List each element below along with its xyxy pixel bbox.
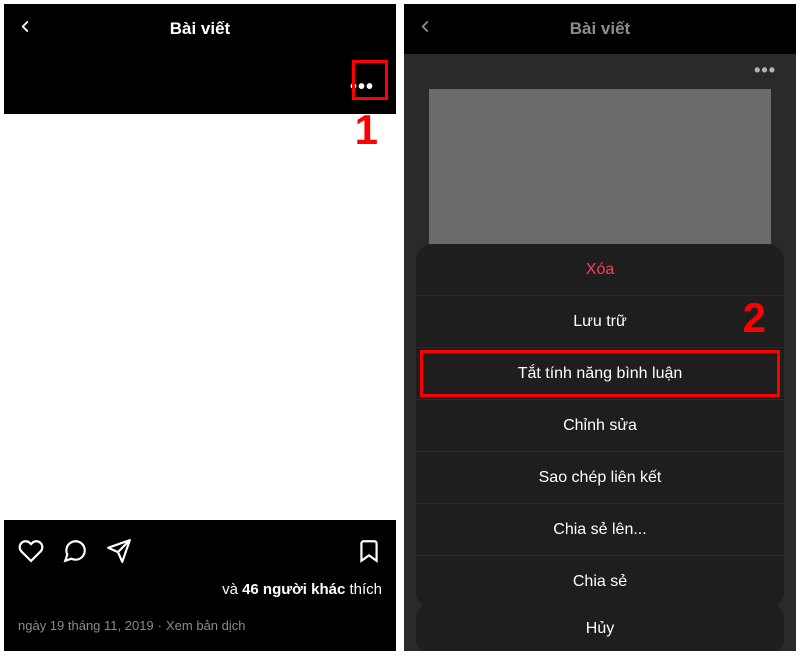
action-sheet: Xóa Lưu trữ Tắt tính năng bình luận Chỉn… <box>416 244 784 608</box>
header-bar: Bài viết <box>4 4 396 54</box>
back-icon[interactable] <box>16 18 34 41</box>
page-title: Bài viết <box>170 19 230 39</box>
post-footer: và 46 người khác thích ngày 19 tháng 11,… <box>4 520 396 651</box>
bookmark-icon[interactable] <box>356 538 382 569</box>
sheet-share-button[interactable]: Chia sẻ <box>416 556 784 608</box>
dimmed-post-image <box>429 89 771 269</box>
heart-icon[interactable] <box>18 538 44 569</box>
page-title: Bài viết <box>570 19 630 39</box>
annotation-number-1: 1 <box>355 106 378 154</box>
sheet-share-to-button[interactable]: Chia sẻ lên... <box>416 504 784 556</box>
send-icon[interactable] <box>106 538 132 569</box>
sheet-cancel-button[interactable]: Hủy <box>416 603 784 651</box>
post-image-area <box>4 114 396 520</box>
likes-text[interactable]: và 46 người khác thích <box>18 581 382 598</box>
sheet-delete-button[interactable]: Xóa <box>416 244 784 296</box>
date-line: ngày 19 tháng 11, 2019·Xem bản dịch <box>18 618 382 633</box>
sheet-copy-link-button[interactable]: Sao chép liên kết <box>416 452 784 504</box>
action-icons-row <box>18 530 382 581</box>
back-icon <box>416 18 434 41</box>
sheet-edit-button[interactable]: Chỉnh sửa <box>416 400 784 452</box>
sheet-archive-button[interactable]: Lưu trữ <box>416 296 784 348</box>
post-view-panel: Bài viết ••• 1 <box>4 4 396 651</box>
action-sheet-panel: Bài viết ••• Xóa Lưu trữ Tắt tính năng b… <box>404 4 796 651</box>
likes-count: 46 người khác <box>242 581 345 598</box>
likes-suffix: thích <box>345 581 382 598</box>
header-bar-dimmed: Bài viết <box>404 4 796 54</box>
post-date: ngày 19 tháng 11, 2019 <box>18 618 154 633</box>
post-header: ••• <box>4 54 396 114</box>
sheet-disable-comments-button[interactable]: Tắt tính năng bình luận <box>416 348 784 400</box>
annotation-number-2: 2 <box>743 294 766 342</box>
more-options-icon-dimmed: ••• <box>754 60 776 81</box>
sheet-disable-comments-label: Tắt tính năng bình luận <box>518 365 683 383</box>
likes-prefix: và <box>222 581 242 598</box>
annotation-highlight-1 <box>352 60 388 100</box>
comment-icon[interactable] <box>62 538 88 569</box>
translate-link[interactable]: Xem bản dịch <box>166 618 246 633</box>
